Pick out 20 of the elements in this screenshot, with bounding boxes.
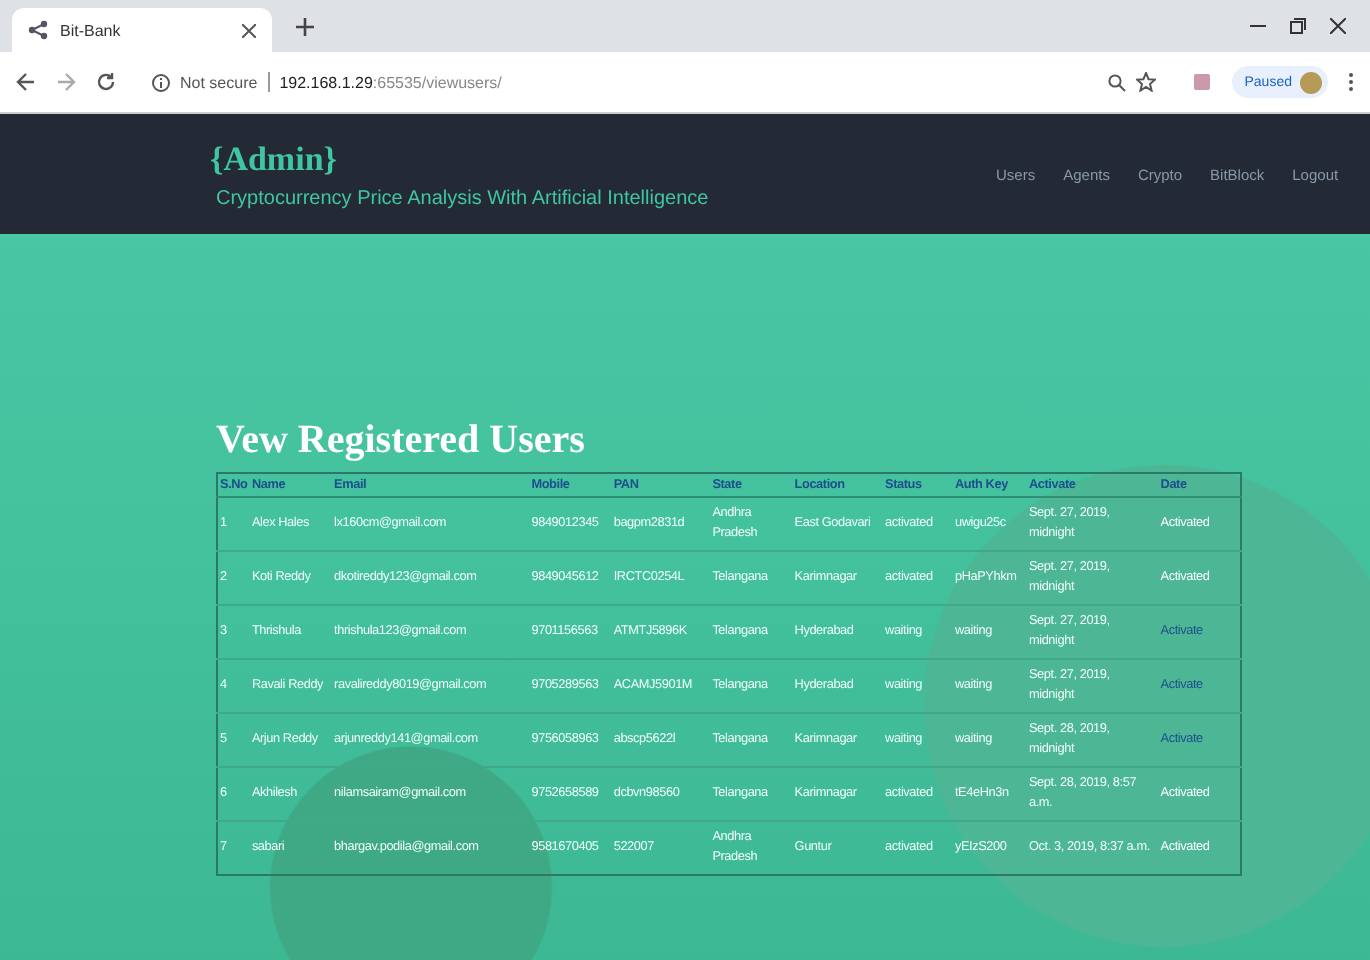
security-label: Not secure	[180, 73, 258, 91]
url-path: :65535/viewusers/	[372, 73, 502, 91]
back-icon[interactable]	[16, 72, 36, 92]
brand-title: {Admin}	[210, 139, 339, 179]
zoom-icon[interactable]	[1108, 73, 1127, 91]
close-tab-icon[interactable]	[242, 23, 256, 37]
url-host: 192.168.1.29	[279, 73, 373, 91]
close-window-icon[interactable]	[1330, 18, 1346, 34]
new-tab-icon[interactable]	[296, 17, 314, 35]
menu-icon[interactable]	[1348, 72, 1354, 92]
info-icon	[152, 73, 170, 91]
tab-title: Bit-Bank	[60, 21, 123, 39]
site-subtitle: Cryptocurrency Price Analysis With Artificial Intelligence	[216, 187, 711, 209]
star-icon[interactable]	[1136, 72, 1157, 92]
page-title: Vew Registered Users	[216, 418, 587, 462]
restore-icon[interactable]	[1290, 18, 1306, 34]
browser-tab[interactable]: Bit-Bank	[12, 8, 272, 52]
share-nodes-icon	[28, 20, 48, 40]
reload-icon[interactable]	[96, 72, 116, 92]
avatar	[1300, 71, 1322, 93]
